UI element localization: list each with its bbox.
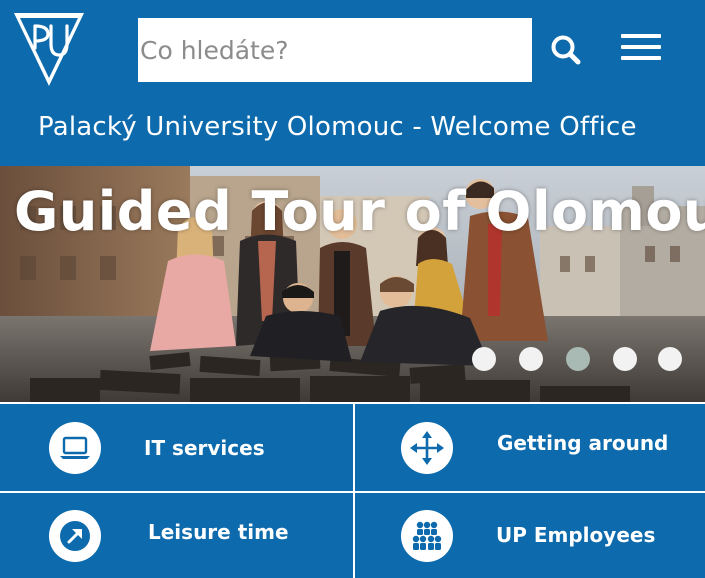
laptop-icon [49,422,101,474]
hero-carousel[interactable]: Guided Tour of Olomouc [0,166,705,402]
tile-it-services[interactable]: IT services [0,404,353,491]
tile-label: Getting around [497,431,669,455]
carousel-dot-1[interactable] [472,347,496,371]
quick-links-grid: IT services Getting around Leisure time … [0,402,705,578]
search-field[interactable] [138,18,532,82]
carousel-dot-3[interactable] [566,347,590,371]
welcome-office-app: Palacký University Olomouc - Welcome Off… [0,0,705,578]
carousel-dot-2[interactable] [519,347,543,371]
tile-up-employees[interactable]: UP Employees [355,493,705,578]
header: Palacký University Olomouc - Welcome Off… [0,0,705,166]
tile-getting-around[interactable]: Getting around [355,404,705,491]
tile-leisure-time[interactable]: Leisure time [0,493,353,578]
menu-button[interactable] [616,26,666,68]
up-shield-logo-icon[interactable] [10,10,88,88]
tile-label: IT services [144,436,265,460]
tile-label: Leisure time [148,520,289,544]
carousel-dots [472,347,692,373]
arrow-out-icon [49,510,101,562]
search-button[interactable] [546,30,586,70]
hero-title: Guided Tour of Olomouc [14,180,705,243]
tile-label: UP Employees [496,523,656,547]
search-input[interactable] [138,18,532,82]
people-group-icon [401,510,453,562]
carousel-dot-4[interactable] [613,347,637,371]
site-title: Palacký University Olomouc - Welcome Off… [38,112,637,142]
search-icon [551,35,581,65]
carousel-dot-5[interactable] [658,347,682,371]
move-arrows-icon [401,422,453,474]
